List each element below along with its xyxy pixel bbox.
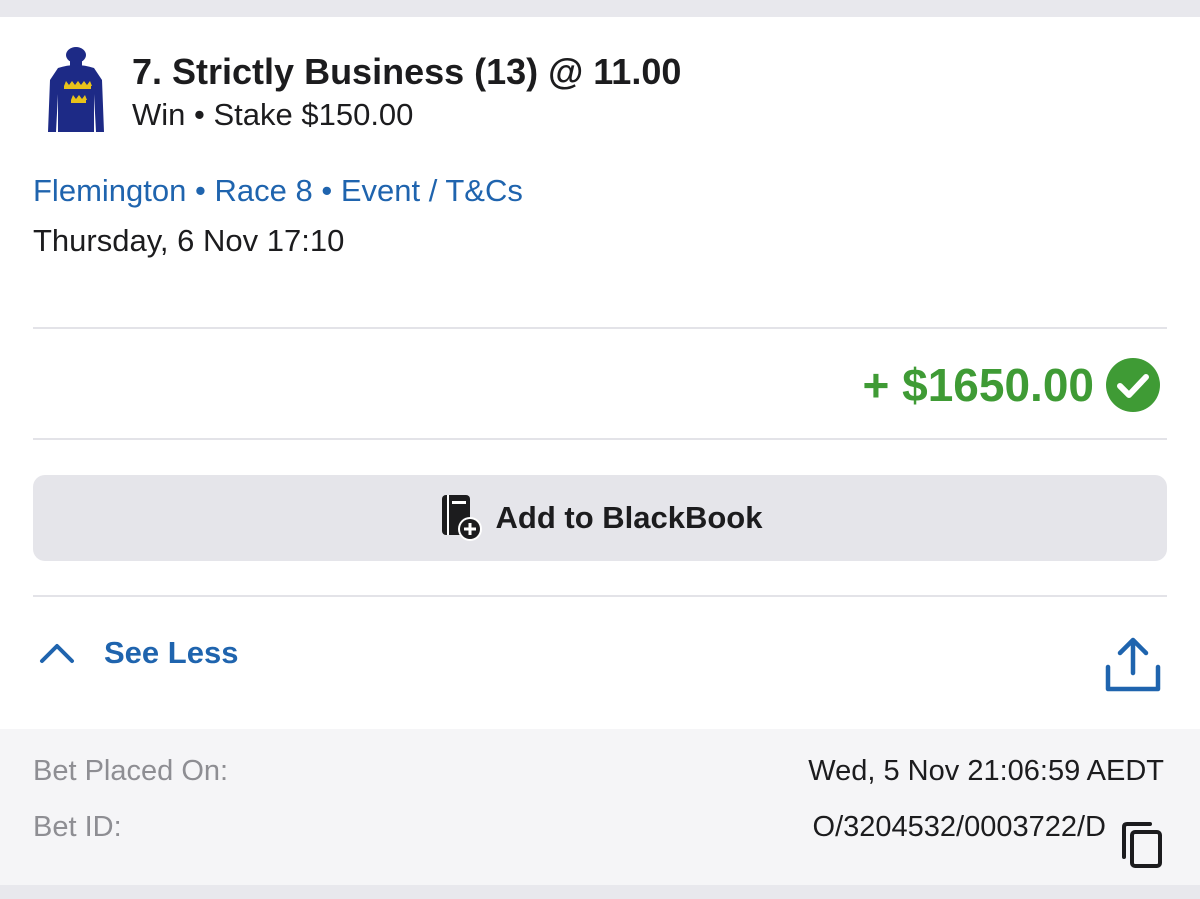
bet-details: Bet Placed On: Wed, 5 Nov 21:06:59 AEDT … <box>0 729 1200 885</box>
copy-icon[interactable] <box>1120 821 1164 869</box>
payout-row: + $1650.00 <box>862 355 1160 415</box>
event-links: Flemington • Race 8 • Event / T&Cs <box>33 173 523 209</box>
see-less-label: See Less <box>104 635 239 670</box>
divider <box>33 327 1167 329</box>
race-link[interactable]: Race 8 <box>214 173 312 208</box>
separator: • <box>321 173 333 208</box>
chevron-up-icon <box>40 644 74 663</box>
bet-title: 7. Strictly Business (13) @ 11.00 <box>132 51 682 92</box>
bet-placed-label: Bet Placed On: <box>33 755 229 787</box>
venue-link[interactable]: Flemington <box>33 173 186 208</box>
add-to-blackbook-button[interactable]: Add to BlackBook <box>33 475 1167 561</box>
jockey-silks-icon <box>48 47 104 132</box>
bet-card: 7. Strictly Business (13) @ 11.00 Win • … <box>0 17 1200 885</box>
divider <box>33 438 1167 440</box>
share-icon[interactable] <box>1104 637 1162 693</box>
race-datetime: Thursday, 6 Nov 17:10 <box>33 223 345 258</box>
bet-id-label: Bet ID: <box>33 811 122 843</box>
bet-subtitle: Win • Stake $150.00 <box>132 97 414 132</box>
see-less-toggle[interactable]: See Less <box>38 635 238 671</box>
event-terms-link[interactable]: Event / T&Cs <box>341 173 523 208</box>
blackbook-add-icon <box>441 495 482 541</box>
add-to-blackbook-label: Add to BlackBook <box>495 500 763 535</box>
payout-amount: + $1650.00 <box>862 359 1094 411</box>
check-circle-icon <box>1106 358 1160 412</box>
bet-id-value: O/3204532/0003722/D <box>812 811 1106 843</box>
bet-placed-value: Wed, 5 Nov 21:06:59 AEDT <box>808 755 1164 787</box>
separator: • <box>194 173 206 208</box>
divider <box>33 595 1167 597</box>
